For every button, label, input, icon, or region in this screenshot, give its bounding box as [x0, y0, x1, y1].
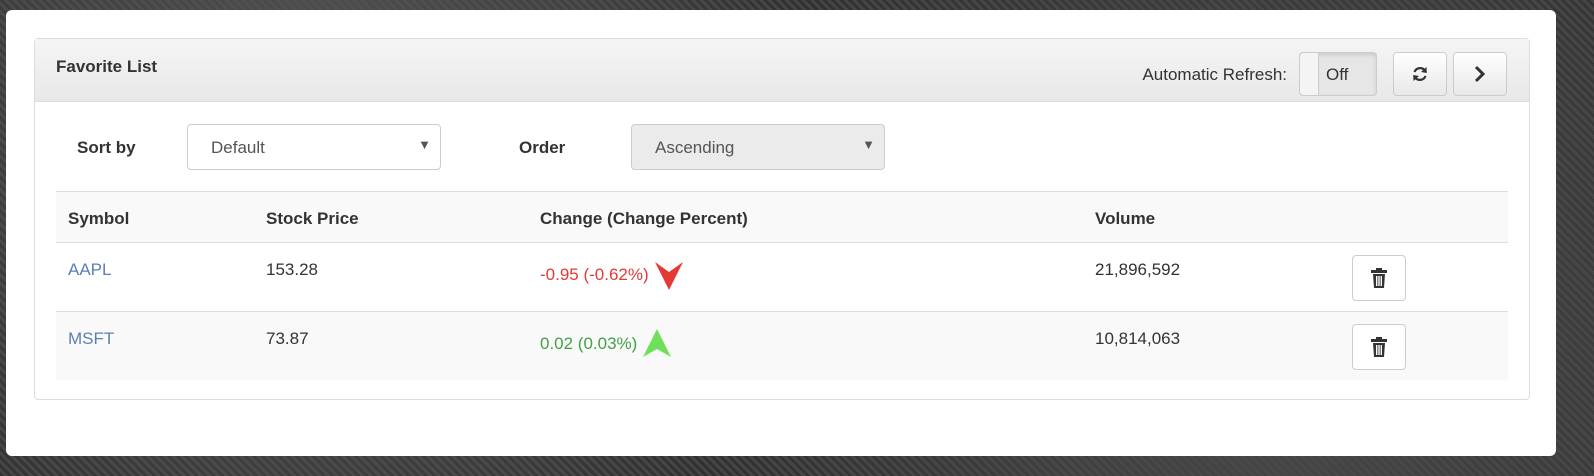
symbol-link[interactable]: AAPL — [68, 260, 111, 280]
sort-by-select[interactable]: Default ▼ — [187, 124, 441, 170]
header-volume: Volume — [1095, 209, 1156, 228]
caret-down-icon: ▼ — [418, 137, 431, 152]
header-change: Change (Change Percent) — [540, 209, 748, 228]
delete-button[interactable] — [1352, 324, 1406, 370]
price-cell: 153.28 — [266, 260, 318, 279]
volume-cell: 10,814,063 — [1095, 329, 1181, 348]
panel-title: Favorite List — [56, 57, 158, 76]
toggle-knob[interactable] — [1300, 53, 1319, 95]
header-symbol: Symbol — [68, 209, 130, 228]
refresh-icon — [1413, 67, 1427, 81]
page-card: Favorite List Automatic Refresh: Off Sor… — [6, 10, 1556, 456]
table-row: AAPL 153.28 -0.95 (-0.62%) 21,896,592 — [56, 242, 1508, 311]
price-cell: 73.87 — [266, 329, 309, 348]
trash-icon — [1371, 337, 1387, 357]
table-row: MSFT 73.87 0.02 (0.03%) 10,814,063 — [56, 311, 1508, 380]
trash-icon — [1371, 268, 1387, 288]
filters-bar: Sort by Default ▼ Order Ascending ▼ — [35, 102, 1529, 190]
symbol-link[interactable]: MSFT — [68, 329, 114, 349]
next-button[interactable] — [1453, 52, 1507, 96]
change-cell: -0.95 (-0.62%) — [540, 260, 683, 290]
arrow-up-icon — [643, 329, 672, 357]
caret-down-icon: ▼ — [862, 137, 875, 152]
sort-by-label: Sort by — [77, 138, 136, 157]
delete-button[interactable] — [1352, 255, 1406, 301]
chevron-right-icon — [1474, 65, 1486, 83]
sort-by-value: Default — [211, 138, 265, 157]
order-value: Ascending — [655, 138, 735, 157]
table-header-row: Symbol Stock Price Change (Change Percen… — [56, 191, 1508, 242]
panel-heading: Favorite List Automatic Refresh: Off — [35, 39, 1529, 102]
change-value: -0.95 (-0.62%) — [540, 265, 649, 284]
header-price: Stock Price — [266, 209, 359, 228]
volume-cell: 21,896,592 — [1095, 260, 1181, 279]
order-label: Order — [519, 138, 566, 157]
refresh-button[interactable] — [1393, 52, 1447, 96]
favorites-table: Symbol Stock Price Change (Change Percen… — [56, 191, 1508, 380]
arrow-down-icon — [654, 262, 683, 290]
change-value: 0.02 (0.03%) — [540, 334, 638, 353]
order-select[interactable]: Ascending ▼ — [631, 124, 885, 170]
auto-refresh-label: Automatic Refresh: — [1142, 65, 1287, 84]
favorite-list-panel: Favorite List Automatic Refresh: Off Sor… — [34, 38, 1530, 400]
auto-refresh-toggle[interactable]: Off — [1299, 52, 1377, 96]
change-cell: 0.02 (0.03%) — [540, 329, 672, 359]
toggle-state-text: Off — [1326, 65, 1349, 84]
